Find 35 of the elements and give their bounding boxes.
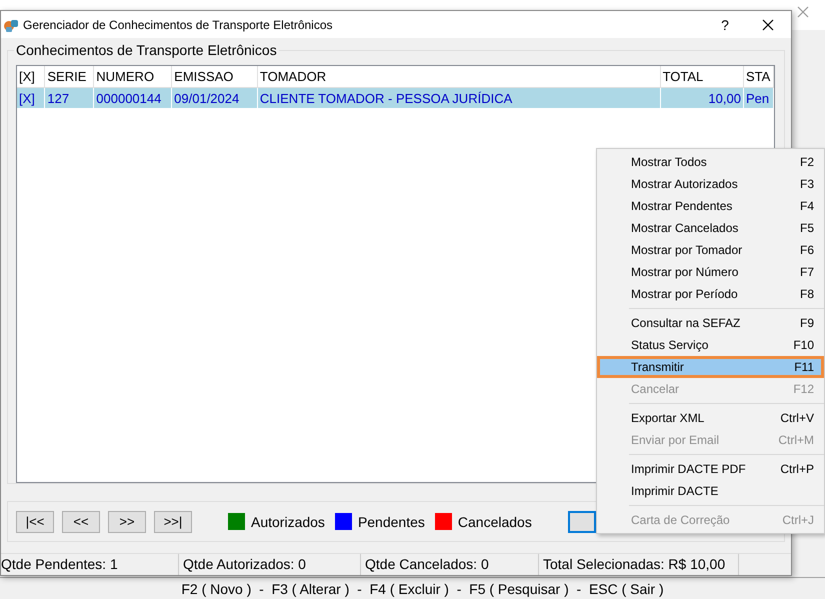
table-cell: Pen bbox=[743, 88, 774, 108]
menu-item[interactable]: Transmitir F11 bbox=[597, 356, 824, 378]
table-cell: 000000144 bbox=[94, 88, 172, 108]
table-cell: 127 bbox=[44, 88, 94, 108]
table-cell: [X] bbox=[17, 88, 45, 108]
menu-item[interactable]: Mostrar por Tomador F6 bbox=[597, 239, 824, 261]
status-text: Qtde Pendentes: 1 bbox=[1, 554, 179, 575]
group-title: Conhecimentos de Transporte Eletrônicos bbox=[14, 42, 279, 58]
nav-button[interactable]: >> bbox=[108, 510, 146, 533]
table-cell: 10,00 bbox=[660, 88, 744, 108]
status-text: Qtde Autorizados: 0 bbox=[179, 554, 361, 575]
shortcut-hint-text: F2 ( Novo ) - F3 ( Alterar ) - F4 ( Excluir ) - F5 ( Pesquisar ) - ESC ( Sair ) bbox=[180, 580, 664, 596]
help-button[interactable]: ? bbox=[705, 16, 745, 33]
window-title: Gerenciador de Conhecimentos de Transporte Eletrônicos bbox=[22, 18, 334, 32]
nav-button[interactable]: |<< bbox=[16, 510, 54, 533]
menu-item[interactable]: Imprimir DACTE PDF Ctrl+P bbox=[597, 458, 824, 480]
menu-item[interactable]: Status Serviço F10 bbox=[597, 334, 824, 356]
legend-label: Pendentes bbox=[358, 514, 425, 530]
status-text: Qtde Cancelados: 0 bbox=[361, 554, 539, 575]
menu-item[interactable]: Mostrar Autorizados F3 bbox=[597, 173, 824, 195]
menu-item[interactable]: Mostrar por Período F8 bbox=[597, 283, 824, 305]
table-cell: CLIENTE TOMADOR - PESSOA JURÍDICA bbox=[257, 88, 660, 108]
menu-item[interactable]: Mostrar Todos F2 bbox=[597, 151, 824, 173]
menu-item[interactable]: Exportar XML Ctrl+V bbox=[597, 407, 824, 429]
menu-item[interactable]: Mostrar Cancelados F5 bbox=[597, 217, 824, 239]
status-text: Total Selecionadas: R$ 10,00 bbox=[539, 554, 739, 575]
nav-button[interactable]: >>| bbox=[154, 510, 192, 533]
menu-item[interactable]: Consultar na SEFAZ F9 bbox=[597, 312, 824, 334]
menu-item[interactable]: Mostrar Pendentes F4 bbox=[597, 195, 824, 217]
table-cell: 09/01/2024 bbox=[172, 88, 258, 108]
legend-label: Cancelados bbox=[458, 514, 532, 530]
nav-button[interactable]: << bbox=[62, 510, 100, 533]
legend-label: Autorizados bbox=[251, 514, 325, 530]
menu-item[interactable]: Imprimir DACTE bbox=[597, 480, 824, 502]
menu-item[interactable]: Mostrar por Número F7 bbox=[597, 261, 824, 283]
